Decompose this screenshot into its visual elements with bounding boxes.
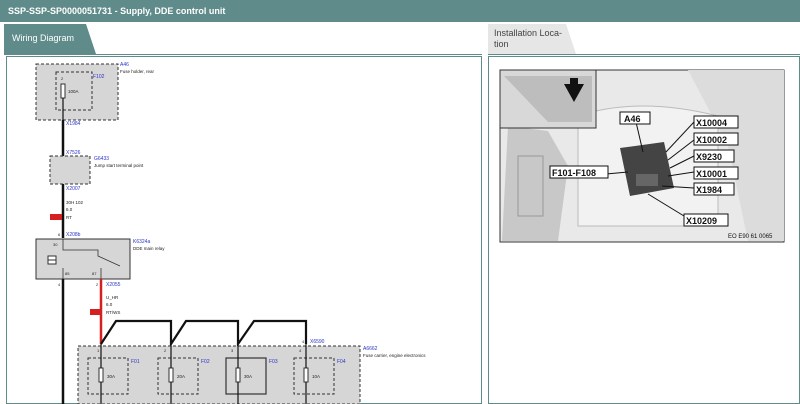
a6662-id[interactable]: A6662 (363, 346, 378, 352)
fuse-f102-symbol (60, 83, 66, 99)
tab-wiring-label: Wiring Diagram (12, 33, 75, 43)
callout-x10209-text: X10209 (686, 216, 717, 226)
k6324-name: DDE main relay (133, 246, 165, 251)
tab-installation-label: Installation Loca-tion (494, 28, 562, 50)
f04-id[interactable]: F04 (337, 359, 346, 365)
installation-photo: A46 X10004 X10002 X9230 X10001 X1984 X10… (499, 69, 785, 243)
figure-code: EO E90 61 0065 (728, 234, 773, 240)
tab-installation-location[interactable]: Installation Loca-tion (488, 24, 576, 54)
fuse-bus-bar (100, 319, 308, 348)
wire2-code: U_HR (106, 295, 119, 300)
f03-amp: 30A (244, 374, 252, 379)
fuse-block-connector (636, 174, 658, 186)
k6324-pin85: 85 (65, 271, 70, 276)
callout-x9230-text: X9230 (696, 152, 722, 162)
wiring-diagram: A46 Fuse holder, rear F102 2 100A X1984 … (35, 62, 426, 404)
tab-wiring-diagram[interactable]: Wiring Diagram (4, 24, 96, 54)
a46-name: Fuse holder, rear (120, 69, 155, 74)
wire1-color-swatch (50, 214, 62, 220)
f04-amp: 10A (312, 374, 320, 379)
f02-amp: 20A (177, 374, 185, 379)
callout-f101-f108-text: F101-F108 (552, 168, 596, 178)
k6324-pin87: 87 (92, 271, 97, 276)
g6433-id[interactable]: G6433 (94, 156, 109, 162)
callout-a46-text: A46 (624, 114, 641, 124)
callout-x10004-text: X10004 (696, 118, 727, 128)
conn-x2007[interactable]: X2007 (66, 186, 81, 192)
tab-installation-line1: Installation Loca- (494, 28, 563, 38)
wire2-color-swatch (90, 309, 100, 315)
fuse-f02-symbol (168, 367, 174, 383)
x208b-pin: 6 (58, 232, 61, 237)
jump-start-point-g6433 (49, 155, 91, 185)
wire1-code: 30H 102 (66, 200, 84, 205)
install-panel-rule (488, 54, 800, 55)
k6324-pin4: 4 (58, 282, 61, 287)
conn-x2055[interactable]: X2055 (106, 282, 121, 288)
x6590-pin: 4 (302, 339, 305, 344)
window-title: SSP-SSP-SP0000051731 - Supply, DDE contr… (0, 0, 800, 22)
a46-id[interactable]: A46 (120, 62, 129, 68)
wire2-color: RT/WS (106, 310, 120, 315)
conn-x208b[interactable]: X208b (66, 232, 81, 238)
tab-installation-line2: tion (494, 39, 509, 49)
f102-id[interactable]: F102 (93, 74, 105, 80)
g6433-name: Jump start terminal point (94, 163, 144, 168)
callout-x10001-text: X10001 (696, 169, 727, 179)
conn-x6590[interactable]: X6590 (310, 339, 325, 345)
f03-id[interactable]: F03 (269, 359, 278, 365)
conn-x1984[interactable]: X1984 (66, 121, 81, 127)
wire1-color: RT (66, 215, 72, 220)
f01-amp: 30A (107, 374, 115, 379)
wire1-size: 6.0 (66, 207, 73, 212)
wiring-panel-rule (4, 54, 482, 55)
k6324-id[interactable]: K6324a (133, 239, 150, 245)
fuse-f03-symbol (235, 367, 241, 383)
wire2-size: 6.0 (106, 302, 113, 307)
f102-amp: 100A (68, 89, 79, 94)
fuse-f04-symbol (303, 367, 309, 383)
fuse-f01-symbol (98, 367, 104, 383)
a6662-name: Fuse carrier, engine electronics (363, 353, 426, 358)
f01-id[interactable]: F01 (131, 359, 140, 365)
k6324-pin30: 30 (53, 242, 58, 247)
k6324-pin2: 2 (96, 282, 99, 287)
conn-x7526[interactable]: X7526 (66, 150, 81, 156)
callout-x10002-text: X10002 (696, 135, 727, 145)
callout-x1984-text: X1984 (696, 185, 722, 195)
f02-id[interactable]: F02 (201, 359, 210, 365)
